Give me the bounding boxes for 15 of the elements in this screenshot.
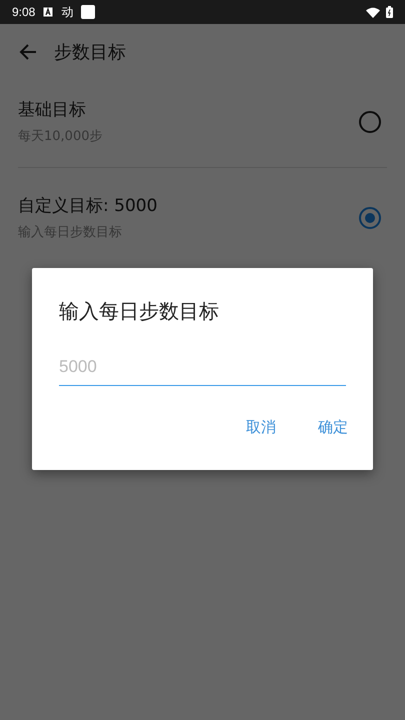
dialog-button[interactable]: 确定 [306, 410, 360, 445]
radio-button[interactable] [359, 110, 381, 132]
dialog-button[interactable]: 取消 [234, 410, 288, 445]
notification-text: 动 [61, 4, 74, 20]
wifi-icon [366, 6, 380, 18]
option-title: 自定义目标: 5000 [18, 195, 158, 217]
a-icon [43, 7, 54, 17]
screen-title: 步数目标 [54, 41, 126, 64]
square-icon [81, 5, 96, 19]
option-title: 基础目标 [18, 99, 87, 121]
back-arrow-icon [19, 44, 37, 60]
battery-icon [386, 6, 393, 18]
dialog-title: 输入每日步数目标 [59, 298, 220, 325]
clock-time: 9:08 [12, 5, 36, 19]
radio-button[interactable] [359, 206, 381, 228]
